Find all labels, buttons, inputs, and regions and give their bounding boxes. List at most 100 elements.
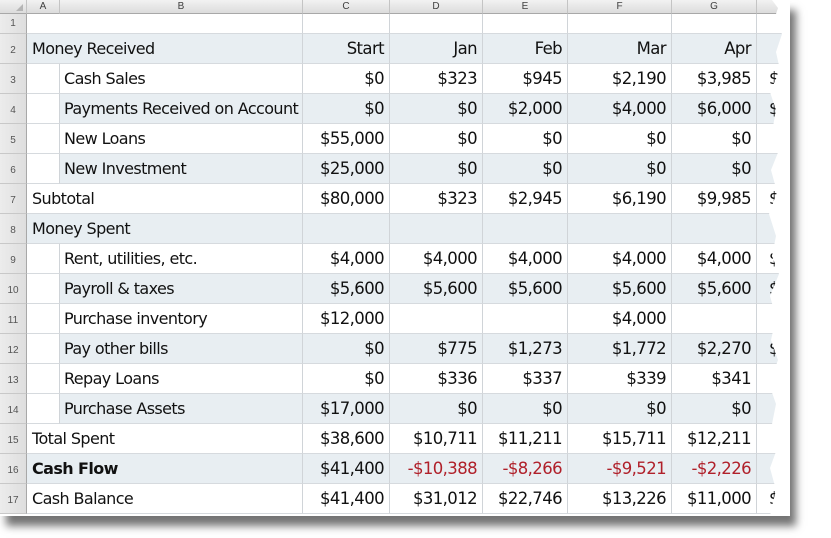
value-cell[interactable] bbox=[303, 14, 390, 34]
value-cell[interactable]: $0 bbox=[483, 394, 568, 424]
value-cell[interactable] bbox=[390, 214, 483, 244]
value-cell[interactable]: -$8,266 bbox=[483, 454, 568, 484]
value-cell[interactable]: $0 bbox=[672, 154, 757, 184]
column-period-header[interactable]: Jan bbox=[390, 34, 483, 64]
row-header-16[interactable]: 16 bbox=[0, 454, 27, 484]
value-cell[interactable]: $38,600 bbox=[303, 424, 390, 454]
value-cell[interactable]: $0 bbox=[672, 394, 757, 424]
value-cell[interactable]: $323 bbox=[390, 184, 483, 214]
cell-a11[interactable] bbox=[27, 304, 60, 334]
value-cell[interactable]: $5,600 bbox=[390, 274, 483, 304]
column-period-header[interactable]: Start bbox=[303, 34, 390, 64]
row-header-2[interactable]: 2 bbox=[0, 34, 27, 64]
cell-a14[interactable] bbox=[27, 394, 60, 424]
value-cell[interactable]: $5,600 bbox=[483, 274, 568, 304]
row-header-13[interactable]: 13 bbox=[0, 364, 27, 394]
column-header-d[interactable]: D bbox=[390, 0, 483, 14]
value-cell[interactable] bbox=[672, 14, 757, 34]
value-cell[interactable]: $0 bbox=[568, 124, 672, 154]
column-header-b[interactable]: B bbox=[60, 0, 303, 14]
column-header-c[interactable]: C bbox=[303, 0, 390, 14]
row-header-4[interactable]: 4 bbox=[0, 94, 27, 124]
value-cell[interactable]: $17,000 bbox=[303, 394, 390, 424]
row-header-8[interactable]: 8 bbox=[0, 214, 27, 244]
value-cell[interactable] bbox=[568, 214, 672, 244]
value-cell[interactable]: $55,000 bbox=[303, 124, 390, 154]
value-cell[interactable]: $4,000 bbox=[568, 244, 672, 274]
value-cell[interactable]: $0 bbox=[390, 394, 483, 424]
value-cell[interactable] bbox=[390, 14, 483, 34]
column-header-e[interactable]: E bbox=[483, 0, 568, 14]
value-cell[interactable] bbox=[483, 214, 568, 244]
row-header-9[interactable]: 9 bbox=[0, 244, 27, 274]
row-header-1[interactable]: 1 bbox=[0, 14, 27, 34]
value-cell[interactable]: $0 bbox=[672, 124, 757, 154]
row-header-10[interactable]: 10 bbox=[0, 274, 27, 304]
value-cell[interactable]: $336 bbox=[390, 364, 483, 394]
row-label[interactable]: Cash Balance bbox=[27, 484, 303, 514]
row-header-3[interactable]: 3 bbox=[0, 64, 27, 94]
value-cell[interactable]: -$9,521 bbox=[568, 454, 672, 484]
value-cell[interactable]: $41,400 bbox=[303, 484, 390, 514]
value-cell[interactable]: $1,772 bbox=[568, 334, 672, 364]
value-cell[interactable] bbox=[672, 304, 757, 334]
value-cell[interactable]: $0 bbox=[303, 94, 390, 124]
row-header-6[interactable]: 6 bbox=[0, 154, 27, 184]
value-cell[interactable]: $4,000 bbox=[303, 244, 390, 274]
value-cell[interactable]: $11,211 bbox=[483, 424, 568, 454]
row-label[interactable]: Payments Received on Account bbox=[60, 94, 303, 124]
row-header-12[interactable]: 12 bbox=[0, 334, 27, 364]
value-cell[interactable] bbox=[672, 214, 757, 244]
cell-a10[interactable] bbox=[27, 274, 60, 304]
value-cell[interactable]: $0 bbox=[483, 154, 568, 184]
value-cell[interactable]: $5,600 bbox=[303, 274, 390, 304]
value-cell[interactable]: $22,746 bbox=[483, 484, 568, 514]
value-cell[interactable]: $12,211 bbox=[672, 424, 757, 454]
value-cell[interactable]: $10,711 bbox=[390, 424, 483, 454]
row-header-17[interactable]: 17 bbox=[0, 484, 27, 514]
column-header-a[interactable]: A bbox=[27, 0, 60, 14]
column-header-g[interactable]: G bbox=[672, 0, 757, 14]
value-cell[interactable]: $0 bbox=[390, 94, 483, 124]
value-cell[interactable] bbox=[568, 14, 672, 34]
select-all-corner[interactable] bbox=[0, 0, 27, 14]
cell-a4[interactable] bbox=[27, 94, 60, 124]
value-cell[interactable]: $4,000 bbox=[483, 244, 568, 274]
row-label[interactable]: Money Received bbox=[27, 34, 303, 64]
row-label[interactable]: New Investment bbox=[60, 154, 303, 184]
value-cell[interactable]: $4,000 bbox=[568, 94, 672, 124]
value-cell[interactable]: $12,000 bbox=[303, 304, 390, 334]
value-cell[interactable]: $0 bbox=[303, 364, 390, 394]
row-label[interactable]: New Loans bbox=[60, 124, 303, 154]
value-cell[interactable]: $775 bbox=[390, 334, 483, 364]
value-cell[interactable]: $11,000 bbox=[672, 484, 757, 514]
value-cell[interactable]: $945 bbox=[483, 64, 568, 94]
row-label[interactable]: Payroll & taxes bbox=[60, 274, 303, 304]
value-cell[interactable]: $0 bbox=[390, 154, 483, 184]
value-cell[interactable]: $4,000 bbox=[390, 244, 483, 274]
row-header-15[interactable]: 15 bbox=[0, 424, 27, 454]
value-cell[interactable]: $41,400 bbox=[303, 454, 390, 484]
row-header-5[interactable]: 5 bbox=[0, 124, 27, 154]
row-label[interactable]: Cash Flow bbox=[27, 454, 303, 484]
cell-a13[interactable] bbox=[27, 364, 60, 394]
value-cell[interactable]: -$10,388 bbox=[390, 454, 483, 484]
value-cell[interactable]: $0 bbox=[568, 154, 672, 184]
value-cell[interactable]: $5,600 bbox=[568, 274, 672, 304]
row-label[interactable]: Repay Loans bbox=[60, 364, 303, 394]
column-period-header[interactable]: Feb bbox=[483, 34, 568, 64]
value-cell[interactable]: $4,000 bbox=[672, 244, 757, 274]
row-label[interactable]: Subtotal bbox=[27, 184, 303, 214]
value-cell[interactable]: $3,985 bbox=[672, 64, 757, 94]
value-cell[interactable]: $0 bbox=[568, 394, 672, 424]
value-cell[interactable] bbox=[390, 304, 483, 334]
value-cell[interactable]: $4,000 bbox=[568, 304, 672, 334]
value-cell[interactable] bbox=[483, 304, 568, 334]
value-cell[interactable]: $339 bbox=[568, 364, 672, 394]
value-cell[interactable]: $0 bbox=[483, 124, 568, 154]
value-cell[interactable]: $2,190 bbox=[568, 64, 672, 94]
cell-a6[interactable] bbox=[27, 154, 60, 184]
value-cell[interactable]: $6,190 bbox=[568, 184, 672, 214]
column-period-header[interactable]: Mar bbox=[568, 34, 672, 64]
cell-a1[interactable] bbox=[27, 14, 303, 34]
